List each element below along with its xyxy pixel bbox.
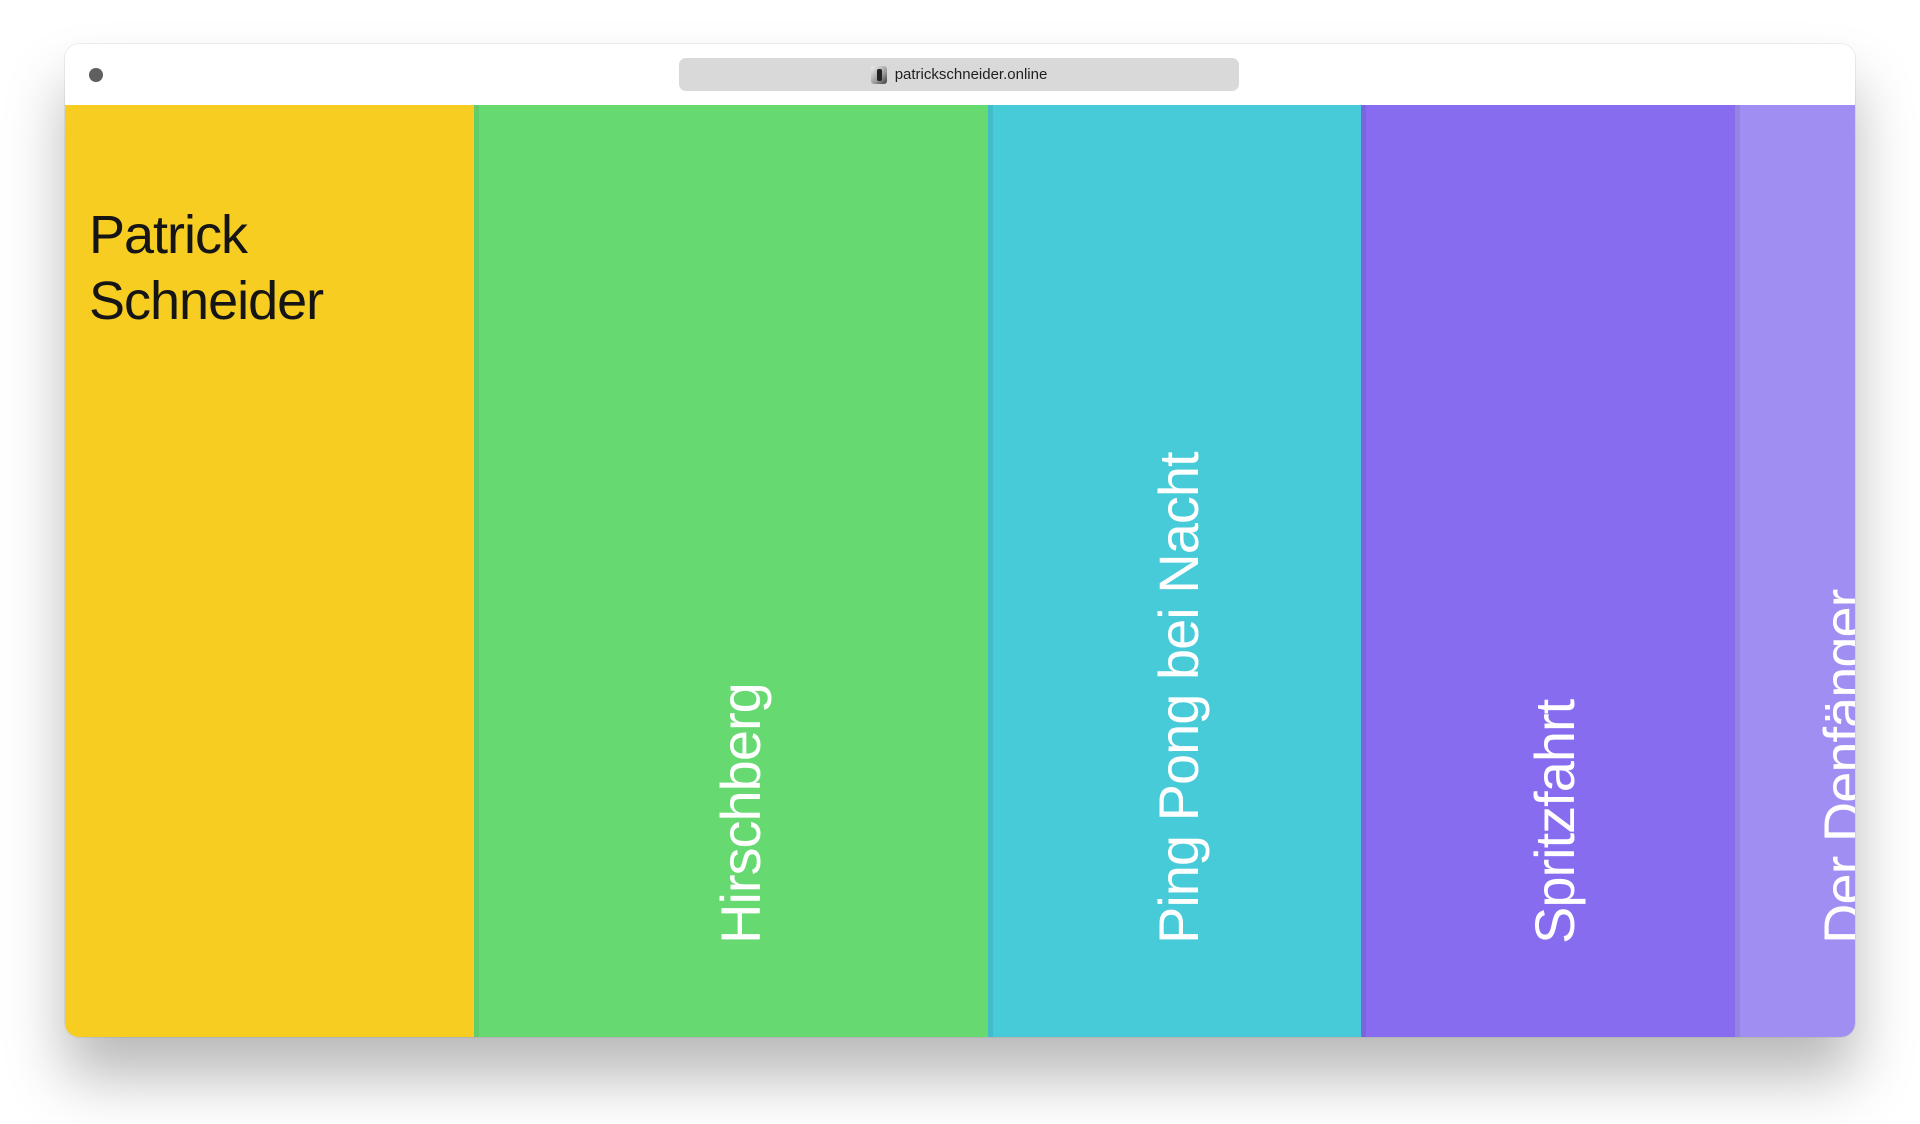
project-panel-der-denfaenger[interactable]: Der Denfänger: [1735, 105, 1855, 1037]
project-panel-ping-pong-bei-nacht[interactable]: Ping Pong bei Nacht: [988, 105, 1361, 1037]
window-control-dot[interactable]: [89, 68, 103, 82]
home-panel: Patrick Schneider: [65, 105, 474, 1037]
browser-titlebar: patrickschneider.online: [65, 44, 1855, 105]
project-panel-spritzfahrt[interactable]: Spritzfahrt: [1361, 105, 1735, 1037]
project-panel-hirschberg[interactable]: Hirschberg: [474, 105, 988, 1037]
address-bar[interactable]: patrickschneider.online: [679, 58, 1239, 91]
page-content: Patrick Schneider Hirschberg Ping Pong b…: [65, 105, 1855, 1037]
url-text: patrickschneider.online: [894, 66, 1048, 83]
site-title[interactable]: Patrick Schneider: [89, 202, 324, 334]
screenshot-stage: patrickschneider.online Patrick Schneide…: [0, 0, 1920, 1124]
browser-window: patrickschneider.online Patrick Schneide…: [65, 44, 1855, 1037]
project-title: Spritzfahrt: [1523, 699, 1586, 944]
portrait-favicon-icon: [870, 65, 887, 84]
project-title: Der Denfänger: [1812, 589, 1855, 944]
project-title: Ping Pong bei Nacht: [1147, 452, 1210, 944]
project-title: Hirschberg: [709, 683, 772, 944]
